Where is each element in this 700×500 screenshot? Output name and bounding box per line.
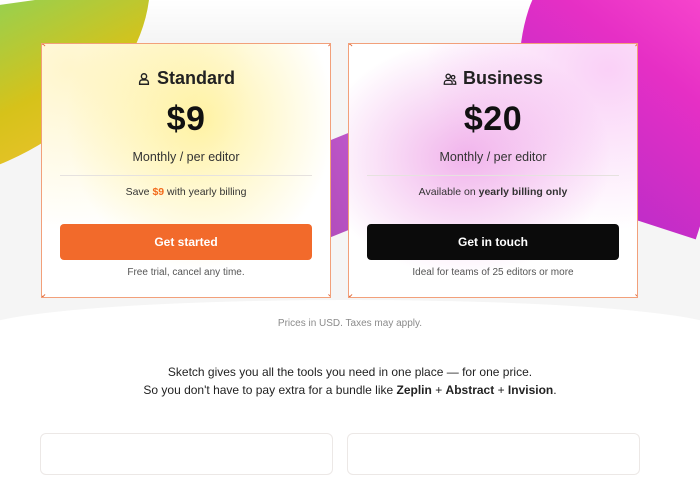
- billing-info: Save $9 with yearly billing: [42, 186, 330, 198]
- plan-card-standard: ✕ ✕ ✕ ✕ Standard $9 Monthly / per editor…: [41, 43, 331, 298]
- billing-info: Available on yearly billing only: [349, 186, 637, 198]
- corner-marker: ✕: [327, 293, 330, 298]
- brand-zeplin: Zeplin: [396, 383, 432, 397]
- plan-price: $20: [463, 100, 523, 138]
- plan-note: Ideal for teams of 25 editors or more: [412, 267, 574, 278]
- plan-name: Business: [462, 68, 544, 88]
- get-started-button[interactable]: Get started: [60, 224, 312, 260]
- billing-requirement: yearly billing only: [478, 186, 568, 198]
- pitch-line-2-text: So you don't have to pay extra for a bun…: [143, 383, 397, 397]
- divider: [367, 175, 619, 176]
- corner-marker: ✕: [349, 44, 354, 49]
- period: .: [553, 383, 557, 397]
- billing-pre: Available on: [418, 186, 479, 198]
- plan-title: Standard: [42, 68, 330, 89]
- user-icon: [138, 72, 150, 85]
- brand-invision: Invision: [507, 383, 554, 397]
- brand-abstract: Abstract: [445, 383, 495, 397]
- plan-period: Monthly / per editor: [132, 150, 240, 164]
- billing-pre: Save: [125, 186, 153, 198]
- corner-marker: ✕: [634, 293, 637, 298]
- corner-marker: ✕: [349, 293, 354, 298]
- plan-note: Free trial, cancel any time.: [127, 267, 245, 278]
- divider: [60, 175, 312, 176]
- feature-card: [40, 433, 333, 475]
- plan-title: Business: [349, 68, 637, 89]
- plus-sign: +: [431, 383, 446, 397]
- pitch-line-2: So you don't have to pay extra for a bun…: [0, 381, 700, 399]
- value-pitch: Sketch gives you all the tools you need …: [0, 363, 700, 399]
- plan-period: Monthly / per editor: [439, 150, 547, 164]
- plan-price: $9: [166, 100, 206, 138]
- plan-card-business: ✕ ✕ ✕ ✕ Business $20 Monthly / per edito…: [348, 43, 638, 298]
- billing-savings: $9: [152, 186, 165, 198]
- users-icon: [443, 73, 457, 85]
- corner-marker: ✕: [42, 293, 47, 298]
- corner-marker: ✕: [42, 44, 47, 49]
- prices-disclaimer: Prices in USD. Taxes may apply.: [277, 318, 423, 329]
- plan-name: Standard: [156, 68, 235, 88]
- get-in-touch-button[interactable]: Get in touch: [367, 224, 619, 260]
- corner-marker: ✕: [634, 44, 637, 49]
- plus-sign: +: [494, 383, 508, 397]
- corner-marker: ✕: [327, 44, 330, 49]
- feature-card: [347, 433, 640, 475]
- pitch-line-1: Sketch gives you all the tools you need …: [167, 365, 533, 379]
- billing-post: with yearly billing: [164, 186, 247, 198]
- top-fade: [0, 0, 700, 40]
